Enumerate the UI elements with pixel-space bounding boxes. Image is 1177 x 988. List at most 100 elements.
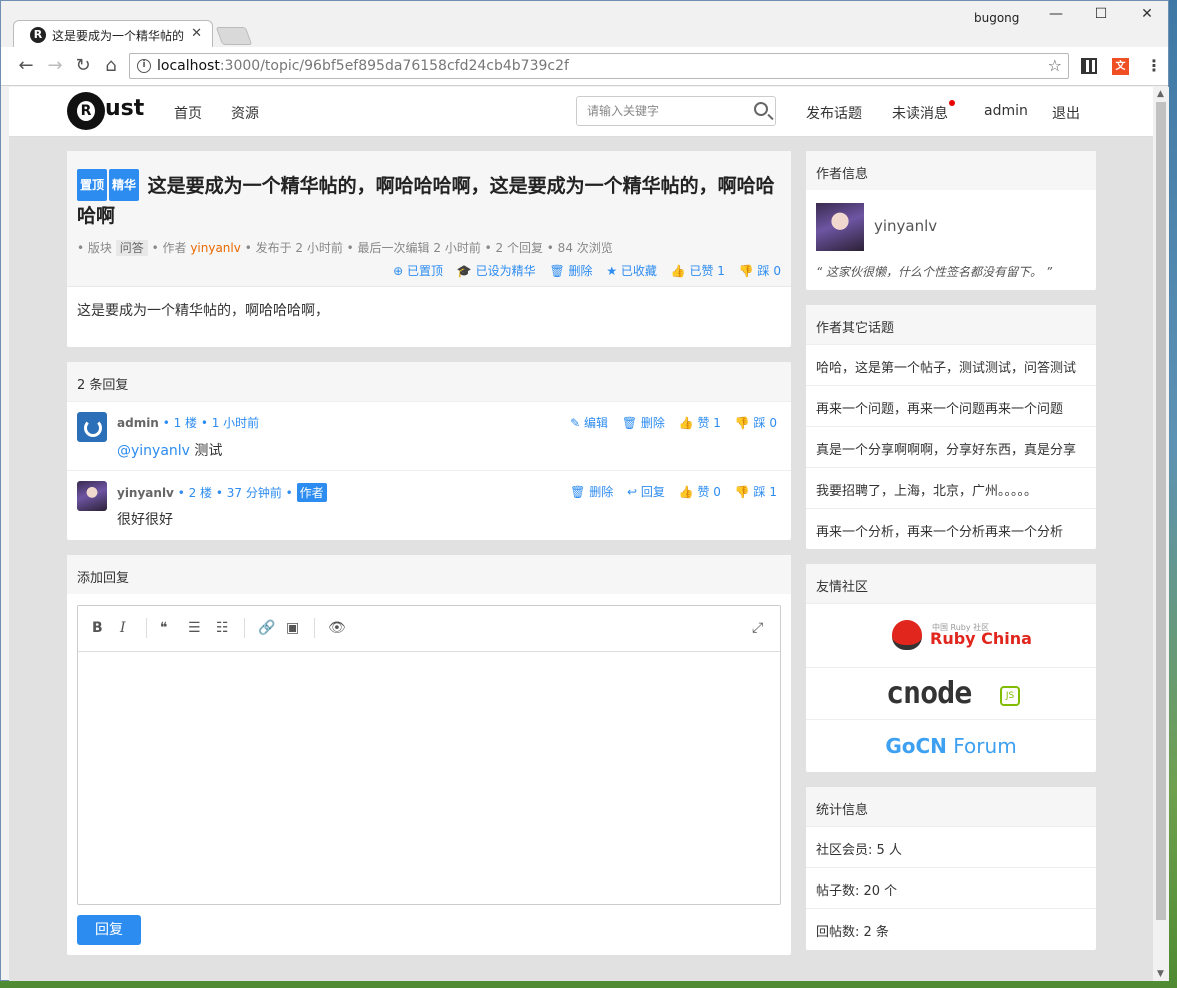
topic-panel: 置顶 精华 这是要成为一个精华帖的，啊哈哈哈啊，这是要成为一个精华帖的，啊哈哈哈啊… — [67, 151, 791, 347]
close-window-icon[interactable]: ✕ — [1132, 6, 1162, 22]
ordered-list-icon[interactable]: ☷ — [216, 620, 229, 636]
nav-user[interactable]: admin — [984, 103, 1028, 119]
like-button[interactable]: 👍 赞 0 — [679, 485, 721, 499]
delete-button[interactable]: 🗑 删除 — [549, 264, 592, 278]
nav-unread[interactable]: 未读消息 — [892, 103, 948, 123]
delete-button[interactable]: 🗑 删除 — [622, 416, 665, 430]
home-icon[interactable]: ⌂ — [100, 56, 122, 76]
like-button[interactable]: 👍 已赞 1 — [671, 264, 725, 278]
topic-title: 置顶 精华 这是要成为一个精华帖的，啊哈哈哈啊，这是要成为一个精华帖的，啊哈哈哈啊 — [77, 169, 781, 231]
collected-button[interactable]: ★ 已收藏 — [606, 264, 657, 278]
page-scrollbar[interactable]: ▲ ▼ — [1153, 87, 1169, 981]
list-item[interactable]: 我要招聘了，上海，北京，广州。。。。。 — [806, 467, 1096, 508]
ruby-china-logo-icon — [892, 620, 922, 650]
essence-button[interactable]: 🎓 已设为精华 — [457, 264, 536, 278]
link-icon[interactable]: 🔗 — [258, 620, 275, 636]
topic-title-text: 这是要成为一个精华帖的，啊哈哈哈啊，这是要成为一个精华帖的，啊哈哈哈啊 — [77, 175, 775, 227]
scroll-up-icon[interactable]: ▲ — [1157, 89, 1164, 99]
browser-toolbar: ← → ↻ ⌂ i localhost:3000/topic/96bf5ef89… — [1, 47, 1168, 86]
address-bar[interactable]: i localhost:3000/topic/96bf5ef895da76158… — [129, 53, 1069, 79]
search-icon[interactable] — [754, 102, 768, 116]
search-input[interactable] — [585, 103, 745, 119]
italic-icon[interactable]: I — [120, 620, 126, 636]
minimize-icon[interactable]: — — [1041, 6, 1071, 22]
delete-button[interactable]: 🗑 删除 — [570, 485, 613, 499]
dislike-button[interactable]: 👎 踩 0 — [739, 264, 781, 278]
reply-user[interactable]: yinyanlv — [117, 486, 174, 500]
reply-item: yinyanlv • 2 楼 • 37 分钟前 • 作者 🗑 删除 ↩ 回复 👍… — [67, 470, 791, 539]
ruby-china-link[interactable]: 中国 Ruby 社区 Ruby China — [806, 603, 1096, 667]
author-info-header: 作者信息 — [806, 151, 1096, 190]
site-info-icon[interactable]: i — [137, 59, 151, 73]
category-tag[interactable]: 问答 — [115, 240, 148, 256]
nav-logout[interactable]: 退出 — [1052, 103, 1080, 123]
nodejs-icon: JS — [1000, 686, 1020, 706]
back-icon[interactable]: ← — [15, 56, 37, 76]
mention-link[interactable]: @yinyanlv — [117, 443, 190, 459]
like-button[interactable]: 👍 赞 1 — [679, 416, 721, 430]
reply-text: @yinyanlv 测试 — [117, 443, 223, 459]
search-box[interactable] — [576, 96, 776, 126]
author-name[interactable]: yinyanlv — [874, 217, 937, 235]
maximize-icon[interactable]: ☐ — [1086, 6, 1116, 22]
dislike-button[interactable]: 👎 踩 0 — [735, 416, 777, 430]
image-icon[interactable]: ▣ — [286, 620, 299, 636]
nav-resources[interactable]: 资源 — [231, 103, 259, 123]
fullscreen-icon[interactable]: ⤢ — [752, 620, 763, 636]
submit-reply-button[interactable]: 回复 — [77, 915, 141, 945]
browser-tab[interactable]: R 这是要成为一个精华帖的 ✕ — [13, 20, 213, 48]
preview-icon[interactable]: 👁 — [328, 620, 346, 636]
topic-meta: • 版块 问答 • 作者 yinyanlv • 发布于 2 小时前 • 最后一次… — [77, 240, 613, 256]
rust-favicon-icon: R — [30, 27, 46, 43]
list-item[interactable]: 哈哈，这是第一个帖子，测试测试，问答测试 — [806, 344, 1096, 385]
list-item[interactable]: 再来一个问题，再来一个问题再来一个问题 — [806, 385, 1096, 426]
editor-textarea[interactable] — [78, 652, 780, 904]
site-header: R ust 首页 资源 发布话题 未读消息 admin 退出 — [9, 87, 1153, 137]
tab-strip: R 这是要成为一个精华帖的 ✕ bugong — ☐ ✕ — [1, 1, 1168, 48]
reply-button[interactable]: ↩ 回复 — [627, 485, 665, 499]
nav-home[interactable]: 首页 — [174, 103, 202, 123]
nav-new-topic[interactable]: 发布话题 — [806, 103, 862, 123]
bookmark-star-icon[interactable]: ☆ — [1048, 56, 1062, 75]
reply-item: admin • 1 楼 • 1 小时前 ✎ 编辑 🗑 删除 👍 赞 1 👎 踩 … — [67, 401, 791, 470]
author-badge: 作者 — [296, 483, 327, 502]
list-item[interactable]: 真是一个分享啊啊啊，分享好东西，真是分享 — [806, 426, 1096, 467]
rust-logo[interactable]: R ust — [67, 92, 147, 132]
add-reply-panel: 添加回复 B I ❝ ☰ ☷ 🔗 ▣ 👁 ⤢ 回复 — [67, 555, 791, 955]
url-text[interactable]: localhost:3000/topic/96bf5ef895da76158cf… — [157, 58, 569, 74]
forward-icon[interactable]: → — [44, 56, 66, 76]
new-tab-button[interactable] — [215, 27, 253, 45]
avatar[interactable] — [816, 203, 864, 251]
quote-icon[interactable]: ❝ — [160, 620, 168, 636]
friends-panel: 友情社区 中国 Ruby 社区 Ruby China cnode JS GoCN… — [806, 564, 1096, 772]
unread-dot — [949, 100, 955, 106]
author-signature: “ 这家伙很懒，什么个性签名都没有留下。 ” — [816, 265, 1053, 279]
friends-header: 友情社区 — [806, 564, 1096, 603]
list-item[interactable]: 再来一个分析，再来一个分析再来一个分析 — [806, 508, 1096, 549]
top-badge: 置顶 — [77, 169, 108, 201]
cnode-link[interactable]: cnode JS — [806, 667, 1096, 719]
qr-extension-icon[interactable] — [1081, 58, 1097, 74]
stats-header: 统计信息 — [806, 787, 1096, 826]
add-reply-header: 添加回复 — [67, 555, 791, 594]
scroll-down-icon[interactable]: ▼ — [1157, 969, 1164, 979]
reply-user[interactable]: admin — [117, 416, 159, 430]
browser-menu-icon[interactable]: ⋮ — [1146, 56, 1162, 75]
edit-button[interactable]: ✎ 编辑 — [570, 416, 608, 430]
avatar[interactable] — [77, 412, 107, 442]
avatar[interactable] — [77, 481, 107, 511]
gocn-link[interactable]: GoCN Forum — [806, 719, 1096, 771]
pinned-button[interactable]: ⊕ 已置顶 — [393, 264, 443, 278]
topic-actions: ⊕ 已置顶 🎓 已设为精华 🗑 删除 ★ 已收藏 👍 已赞 1 👎 踩 0 — [77, 262, 781, 279]
author-link[interactable]: yinyanlv — [190, 241, 241, 255]
tab-close-icon[interactable]: ✕ — [191, 26, 202, 41]
replies-panel: 2 条回复 admin • 1 楼 • 1 小时前 ✎ 编辑 🗑 删除 👍 赞 … — [67, 362, 791, 540]
reload-icon[interactable]: ↻ — [72, 56, 94, 76]
dislike-button[interactable]: 👎 踩 1 — [735, 485, 777, 499]
unordered-list-icon[interactable]: ☰ — [188, 620, 201, 636]
translate-extension-icon[interactable]: 文 — [1112, 58, 1129, 75]
bold-icon[interactable]: B — [92, 620, 103, 636]
profile-name[interactable]: bugong — [974, 11, 1019, 25]
scroll-thumb[interactable] — [1156, 102, 1166, 920]
markdown-editor: B I ❝ ☰ ☷ 🔗 ▣ 👁 ⤢ — [77, 605, 781, 905]
